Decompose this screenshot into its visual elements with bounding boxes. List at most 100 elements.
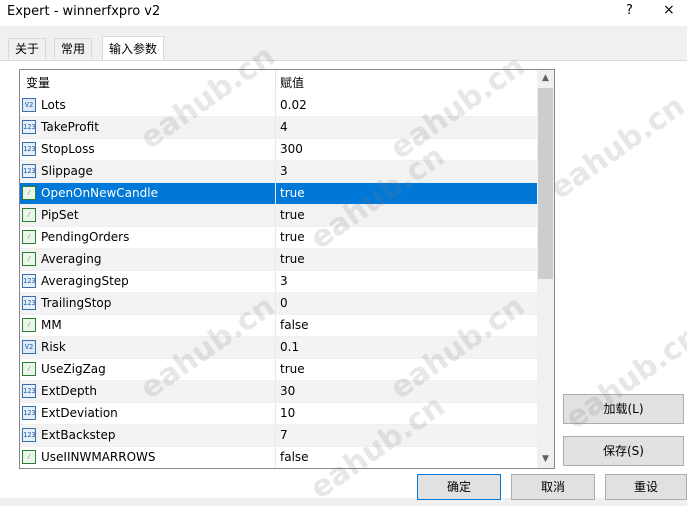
variable-value[interactable]: 10: [280, 406, 295, 420]
int-type-icon: 123: [22, 428, 36, 442]
variable-name: OpenOnNewCandle: [41, 186, 158, 200]
bool-type-icon: ⁄: [22, 362, 36, 376]
cell-divider: [275, 139, 276, 160]
cell-divider: [275, 271, 276, 292]
variable-value[interactable]: false: [280, 318, 309, 332]
variable-name: TrailingStop: [41, 296, 112, 310]
variable-name: PipSet: [41, 208, 79, 222]
bool-type-icon: ⁄: [22, 252, 36, 266]
table-row[interactable]: V2 Risk 0.1: [20, 337, 537, 359]
cell-divider: [275, 161, 276, 182]
column-header-variable[interactable]: 变量: [26, 74, 50, 91]
variable-value[interactable]: 0.02: [280, 98, 307, 112]
table-row[interactable]: 123 ExtDepth 30: [20, 381, 537, 403]
variable-value[interactable]: true: [280, 208, 305, 222]
variable-value[interactable]: true: [280, 252, 305, 266]
variable-value[interactable]: 3: [280, 274, 288, 288]
table-row[interactable]: 123 AveragingStep 3: [20, 271, 537, 293]
table-row[interactable]: 123 Slippage 3: [20, 161, 537, 183]
tab-bar: 关于 常用 输入参数: [0, 36, 687, 61]
variable-value[interactable]: 4: [280, 120, 288, 134]
cell-divider: [275, 403, 276, 424]
variable-value[interactable]: true: [280, 230, 305, 244]
scroll-thumb[interactable]: [538, 88, 553, 279]
variable-name: ExtDeviation: [41, 406, 118, 420]
double-type-icon: V2: [22, 98, 36, 112]
variable-name: Risk: [41, 340, 66, 354]
variable-value[interactable]: false: [280, 450, 309, 464]
scroll-down-icon[interactable]: ▼: [537, 451, 554, 468]
grid-rows: V2 Lots 0.02 123 TakeProfit 4 123 StopLoss 300 12…: [20, 95, 537, 468]
variable-value[interactable]: 0.1: [280, 340, 299, 354]
variable-name: Slippage: [41, 164, 93, 178]
bool-type-icon: ⁄: [22, 208, 36, 222]
int-type-icon: 123: [22, 274, 36, 288]
cancel-button[interactable]: 取消: [511, 474, 595, 500]
variable-name: ExtDepth: [41, 384, 97, 398]
variable-name: MM: [41, 318, 62, 332]
cell-divider: [275, 381, 276, 402]
table-row[interactable]: 123 TakeProfit 4: [20, 117, 537, 139]
variable-name: UseIINWMARROWS: [41, 450, 156, 464]
cell-divider: [275, 95, 276, 116]
load-button[interactable]: 加载(L): [563, 394, 684, 424]
variable-name: TakeProfit: [41, 120, 99, 134]
cell-divider: [275, 117, 276, 138]
cell-divider: [275, 337, 276, 358]
double-type-icon: V2: [22, 340, 36, 354]
table-row[interactable]: 123 TrailingStop 0: [20, 293, 537, 315]
cell-divider: [275, 183, 276, 204]
table-row[interactable]: ⁄ UseIINWMARROWS false: [20, 447, 537, 468]
table-row[interactable]: ⁄ PendingOrders true: [20, 227, 537, 249]
vertical-scrollbar[interactable]: ▲ ▼: [537, 70, 554, 468]
variable-name: StopLoss: [41, 142, 95, 156]
int-type-icon: 123: [22, 164, 36, 178]
table-row[interactable]: 123 StopLoss 300: [20, 139, 537, 161]
variable-value[interactable]: 300: [280, 142, 303, 156]
tab-inputs[interactable]: 输入参数: [102, 36, 165, 61]
save-button[interactable]: 保存(S): [563, 436, 684, 466]
table-row[interactable]: ⁄ UseZigZag true: [20, 359, 537, 381]
cell-divider: [275, 293, 276, 314]
variable-value[interactable]: 7: [280, 428, 288, 442]
tab-about[interactable]: 关于: [8, 38, 47, 59]
cell-divider: [275, 425, 276, 446]
inputs-grid: 变量 赋值 V2 Lots 0.02 123 TakeProfit 4 123 StopLos…: [19, 69, 555, 469]
variable-value[interactable]: true: [280, 362, 305, 376]
cell-divider: [275, 205, 276, 226]
window-title: Expert - winnerfxpro v2: [7, 4, 161, 19]
bool-type-icon: ⁄: [22, 318, 36, 332]
variable-name: Lots: [41, 98, 66, 112]
variable-value[interactable]: 0: [280, 296, 288, 310]
grid-header: 变量 赋值: [20, 70, 537, 94]
ok-button[interactable]: 确定: [417, 474, 501, 500]
scroll-up-icon[interactable]: ▲: [537, 70, 554, 87]
help-button[interactable]: ?: [626, 3, 633, 18]
variable-value[interactable]: 30: [280, 384, 295, 398]
variable-name: PendingOrders: [41, 230, 130, 244]
reset-button[interactable]: 重设: [605, 474, 687, 500]
table-row[interactable]: ⁄ Averaging true: [20, 249, 537, 271]
title-bar: Expert - winnerfxpro v2 ? ×: [0, 0, 687, 26]
variable-name: AveragingStep: [41, 274, 129, 288]
table-row[interactable]: 123 ExtBackstep 7: [20, 425, 537, 447]
cell-divider: [275, 447, 276, 468]
table-row[interactable]: ⁄ OpenOnNewCandle true: [20, 183, 537, 205]
int-type-icon: 123: [22, 406, 36, 420]
table-row[interactable]: ⁄ MM false: [20, 315, 537, 337]
table-row[interactable]: V2 Lots 0.02: [20, 95, 537, 117]
int-type-icon: 123: [22, 296, 36, 310]
int-type-icon: 123: [22, 142, 36, 156]
table-row[interactable]: ⁄ PipSet true: [20, 205, 537, 227]
column-header-value[interactable]: 赋值: [280, 74, 304, 91]
variable-value[interactable]: true: [280, 186, 305, 200]
bool-type-icon: ⁄: [22, 450, 36, 464]
variable-value[interactable]: 3: [280, 164, 288, 178]
table-row[interactable]: 123 ExtDeviation 10: [20, 403, 537, 425]
cell-divider: [275, 359, 276, 380]
variable-name: Averaging: [41, 252, 102, 266]
bool-type-icon: ⁄: [22, 186, 36, 200]
tab-common[interactable]: 常用: [54, 38, 93, 59]
close-button[interactable]: ×: [663, 2, 675, 18]
column-divider[interactable]: [275, 70, 276, 94]
